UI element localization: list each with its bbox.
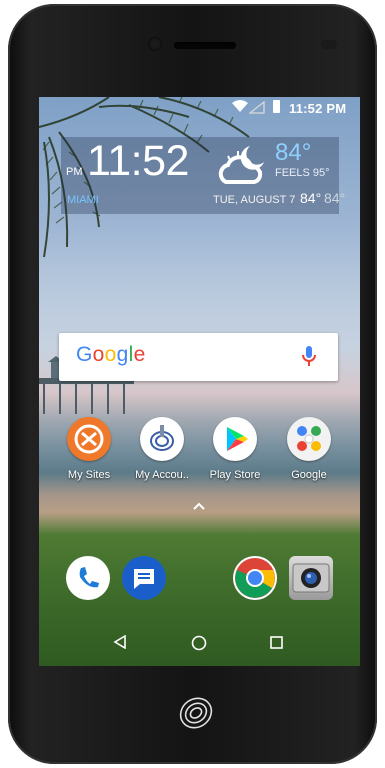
app-label: My Accou.. <box>135 469 189 481</box>
chrome-icon[interactable] <box>233 556 277 600</box>
app-google-folder[interactable]: Google <box>278 417 340 481</box>
play-store-icon <box>213 417 257 461</box>
my-sites-icon <box>67 417 111 461</box>
google-logo: Google <box>76 343 146 366</box>
status-bar: 11:52 PM <box>39 97 360 119</box>
weather-high: 84° <box>300 190 322 206</box>
weather-feels-like: FEELS 95° <box>275 167 330 179</box>
back-icon[interactable] <box>113 635 127 649</box>
app-my-sites[interactable]: My Sites <box>58 417 120 481</box>
battery-icon <box>273 100 280 113</box>
signal-icon <box>249 101 265 114</box>
status-time: 11:52 PM <box>289 101 347 116</box>
weather-clock-widget[interactable]: PM 11:52 84° FEELS 95° MIAMI TUE, AUGUST… <box>61 137 345 214</box>
weather-temperature: 84° <box>275 139 312 166</box>
app-label: My Sites <box>67 469 111 481</box>
clock-ampm: PM <box>66 166 83 178</box>
earpiece-speaker <box>174 42 236 49</box>
wifi-icon <box>232 100 248 112</box>
home-icon[interactable] <box>191 635 207 651</box>
app-my-account[interactable]: My Accou.. <box>131 417 193 481</box>
camera-icon[interactable] <box>289 556 333 600</box>
mic-icon[interactable] <box>302 346 316 368</box>
app-label: Play Store <box>209 469 261 481</box>
messages-icon[interactable] <box>122 556 166 600</box>
weather-low: 84° <box>324 190 346 206</box>
app-drawer-chevron-icon[interactable] <box>192 502 206 511</box>
tracfone-logo-icon <box>179 697 213 729</box>
navigation-bar <box>39 621 360 666</box>
my-account-icon <box>140 417 184 461</box>
recents-icon[interactable] <box>270 636 283 649</box>
phone-icon[interactable] <box>66 556 110 600</box>
weather-location: MIAMI <box>67 194 99 206</box>
google-search-bar[interactable]: Google <box>59 333 338 381</box>
home-screen: 11:52 PM PM 11:52 84° FEELS 95° MIAMI TU… <box>39 97 360 666</box>
wallpaper-palm <box>39 97 250 258</box>
front-camera <box>148 37 162 51</box>
app-label: Google <box>291 469 327 481</box>
clock-time[interactable]: 11:52 <box>87 137 189 186</box>
proximity-sensor <box>321 40 337 49</box>
app-play-store[interactable]: Play Store <box>204 417 266 481</box>
partly-cloudy-night-icon <box>218 146 264 184</box>
weather-date: TUE, AUGUST 7 <box>213 194 296 206</box>
google-folder-icon <box>287 417 331 461</box>
